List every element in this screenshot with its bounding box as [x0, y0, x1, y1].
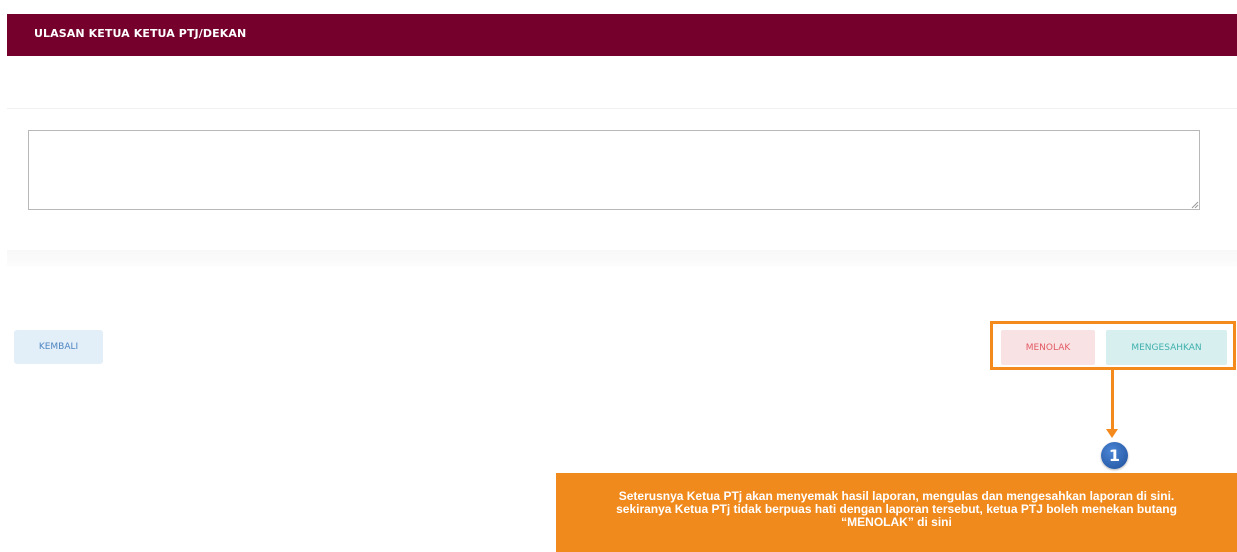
divider — [7, 108, 1237, 109]
back-button[interactable]: KEMBALI — [14, 330, 103, 364]
comment-textarea[interactable] — [28, 130, 1200, 210]
arrow-down-icon — [1106, 429, 1118, 438]
callout-line: “MENOLAK” di sini — [841, 515, 952, 529]
step-badge: 1 — [1101, 442, 1128, 469]
section-footer-band — [7, 250, 1237, 266]
section-title: ULASAN KETUA KETUA PTJ/DEKAN — [34, 27, 247, 40]
approve-button[interactable]: MENGESAHKAN — [1106, 330, 1227, 365]
annotation-callout: Seterusnya Ketua PTj akan menyemak hasil… — [556, 473, 1237, 552]
section-header: ULASAN KETUA KETUA PTJ/DEKAN — [7, 14, 1237, 56]
pointer-arrow-line — [1111, 370, 1114, 434]
reject-button[interactable]: MENOLAK — [1001, 330, 1095, 365]
resize-grip-icon[interactable] — [1191, 201, 1199, 209]
